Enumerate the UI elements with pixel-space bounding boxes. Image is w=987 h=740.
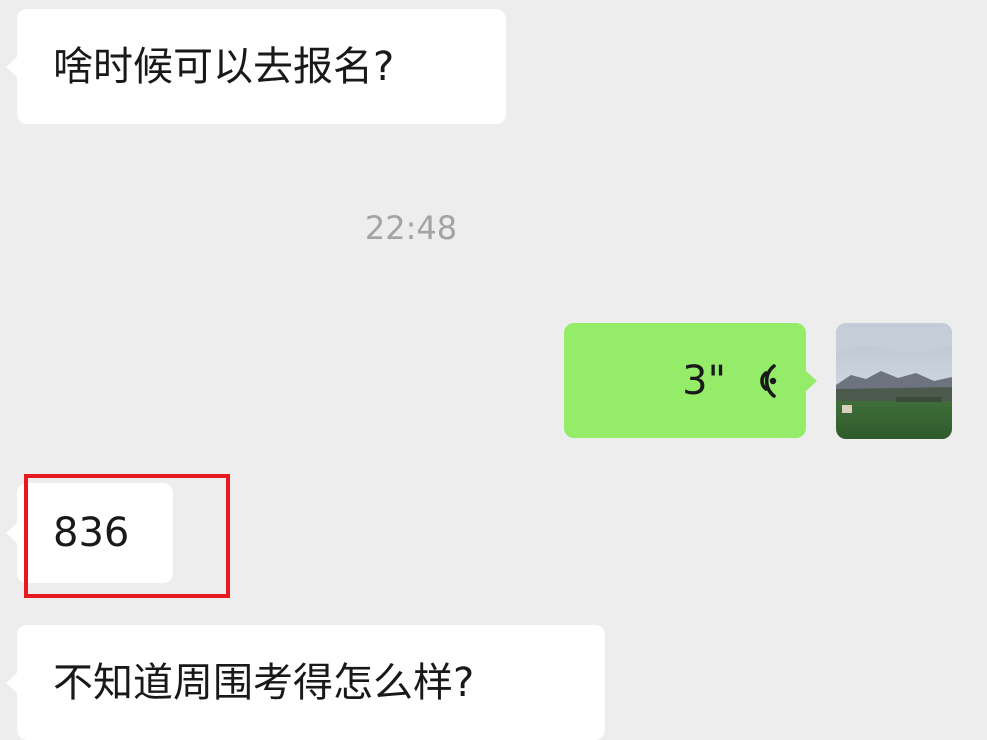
message-text: 836 <box>53 510 130 556</box>
bubble-tail <box>6 671 18 694</box>
voice-duration: 3" <box>682 357 726 404</box>
incoming-message-bubble[interactable]: 啥时候可以去报名? <box>6 9 506 124</box>
message-timestamp: 22:48 <box>364 209 458 247</box>
avatar[interactable] <box>836 323 952 439</box>
bubble-tail <box>6 55 18 78</box>
incoming-message-bubble[interactable]: 不知道周围考得怎么样? <box>6 625 605 740</box>
landscape-avatar-image <box>836 323 952 439</box>
voice-wave-icon <box>760 363 777 398</box>
bubble-tail <box>6 522 18 544</box>
bubble-tail <box>805 369 817 392</box>
message-text: 不知道周围考得怎么样? <box>53 659 475 706</box>
voice-message-bubble[interactable]: 3" <box>564 323 817 438</box>
incoming-message-bubble[interactable]: 836 <box>6 483 173 583</box>
message-text: 啥时候可以去报名? <box>53 43 395 90</box>
